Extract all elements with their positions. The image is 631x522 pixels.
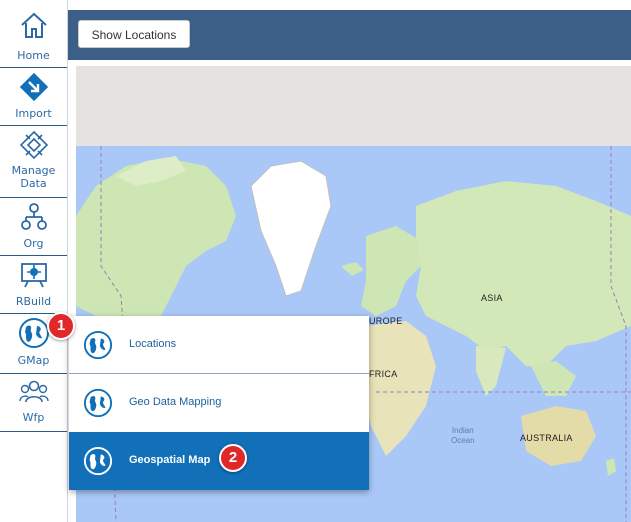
map-label-africa: FRICA [369,369,398,379]
top-toolbar: Show Locations [68,10,631,60]
annotation-badge-2: 2 [219,444,247,472]
rbuild-icon [20,263,47,288]
globe-icon [83,330,113,360]
menu-item-locations[interactable]: Locations [69,316,369,374]
show-locations-button[interactable]: Show Locations [78,20,190,48]
globe-icon [83,388,113,418]
map-label-australia: AUSTRALIA [520,433,573,443]
sidebar-item-org[interactable]: Org [0,198,67,256]
map-label-asia: ASIA [481,293,503,303]
menu-item-geo-data-mapping[interactable]: Geo Data Mapping [69,374,369,432]
sidebar-item-wfp[interactable]: Wfp [0,374,67,432]
sidebar-item-label: Wfp [22,411,45,424]
menu-item-label: Locations [129,338,177,350]
menu-item-label: Geo Data Mapping [129,396,222,408]
sidebar-item-label: Import [15,107,52,120]
sidebar-item-home[interactable]: Home [0,0,67,68]
import-icon [19,72,48,102]
org-icon [20,203,47,230]
sidebar-item-label: GMap [17,354,50,367]
sidebar-item-rbuild[interactable]: RBuild [0,256,67,314]
map-label-indian-ocean: Indian Ocean [451,426,475,445]
manage-data-icon [19,130,48,160]
sidebar-item-label: RBuild [15,295,52,308]
people-icon [18,380,49,403]
globe-icon [83,446,113,476]
sidebar-item-import[interactable]: Import [0,68,67,126]
sidebar-item-label: Manage Data [11,164,56,190]
menu-item-label: Geospatial Map [129,454,211,466]
gmap-dropdown-menu: Locations Geo Data Mapping Geospatial Ma… [69,316,369,490]
sidebar: Home Import Manage Data Org RBuild GMap … [0,0,68,522]
map-label-europe: UROPE [369,316,403,326]
sidebar-item-label: Home [17,49,50,62]
sidebar-item-label: Org [23,237,44,250]
annotation-badge-1: 1 [47,312,75,340]
globe-icon [18,318,49,348]
sidebar-item-manage-data[interactable]: Manage Data [0,126,67,198]
home-icon [20,12,47,38]
